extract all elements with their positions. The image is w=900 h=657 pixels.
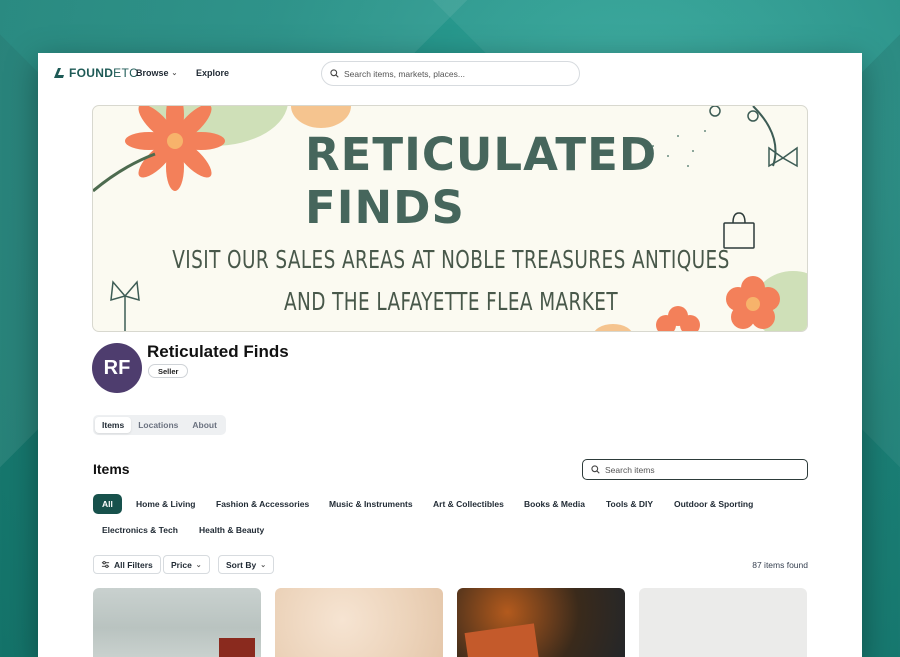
logo-icon xyxy=(54,68,64,78)
seller-badge: Seller xyxy=(148,364,189,378)
sort-by-label: Sort By xyxy=(226,559,257,570)
global-search-input[interactable]: Search items, markets, places... xyxy=(321,61,580,86)
all-filters-button[interactable]: All Filters xyxy=(93,555,161,574)
category-music-instruments[interactable]: Music & Instruments xyxy=(329,494,413,514)
banner-tagline-line2: and the Lafayette Flea Market xyxy=(283,287,619,316)
tab-about[interactable]: About xyxy=(185,417,224,433)
global-search-placeholder: Search items, markets, places... xyxy=(344,68,465,79)
category-fashion-accessories[interactable]: Fashion & Accessories xyxy=(216,494,309,514)
nav-explore[interactable]: Explore xyxy=(196,68,229,78)
chevron-down-icon: ⌄ xyxy=(171,70,178,77)
logo-found-text: FOUND xyxy=(69,66,114,80)
category-art-collectibles[interactable]: Art & Collectibles xyxy=(433,494,504,514)
items-section-title: Items xyxy=(93,461,130,477)
category-outdoor-sporting[interactable]: Outdoor & Sporting xyxy=(674,494,753,514)
chevron-down-icon: ⌄ xyxy=(195,561,202,569)
store-banner: Reticulated Finds Visit our sales areas … xyxy=(92,105,808,332)
nav-browse-label: Browse xyxy=(136,68,169,78)
profile-tabs: Items Locations About xyxy=(93,415,226,435)
price-filter-label: Price xyxy=(171,559,192,570)
item-image-red-object xyxy=(219,638,255,657)
item-card[interactable] xyxy=(639,588,807,657)
browser-window: FOUNDETC Browse ⌄ Explore Search items, … xyxy=(38,53,862,657)
category-books-media[interactable]: Books & Media xyxy=(524,494,585,514)
item-card[interactable] xyxy=(275,588,443,657)
nav-explore-label: Explore xyxy=(196,68,230,78)
item-card[interactable] xyxy=(457,588,625,657)
items-search-placeholder: Search items xyxy=(605,464,655,475)
banner-tagline-line1: Visit our sales areas at Noble Treasures… xyxy=(172,245,730,274)
banner-title: Reticulated Finds xyxy=(305,128,658,234)
items-search-input[interactable]: Search items xyxy=(582,459,808,480)
site-logo[interactable]: FOUNDETC xyxy=(52,66,138,80)
tab-locations[interactable]: Locations xyxy=(131,417,185,433)
category-tools-diy[interactable]: Tools & DIY xyxy=(606,494,653,514)
all-filters-label: All Filters xyxy=(114,559,153,570)
butterfly-bottom-icon xyxy=(110,280,140,331)
logo-etc-text: ETC xyxy=(113,66,139,80)
chevron-down-icon: ⌄ xyxy=(260,561,267,569)
sliders-icon xyxy=(101,561,110,568)
butterfly-icon xyxy=(768,146,798,168)
item-image-book xyxy=(464,623,540,657)
search-icon xyxy=(330,69,339,78)
store-name: Reticulated Finds xyxy=(147,342,289,361)
category-home-living[interactable]: Home & Living xyxy=(136,494,196,514)
search-icon xyxy=(591,465,600,474)
top-navigation-bar: FOUNDETC Browse ⌄ Explore Search items, … xyxy=(38,53,862,95)
category-all[interactable]: All xyxy=(93,494,122,514)
category-health-beauty[interactable]: Health & Beauty xyxy=(199,520,264,540)
store-avatar: RF xyxy=(92,343,142,393)
category-electronics-tech[interactable]: Electronics & Tech xyxy=(102,520,178,540)
price-filter-button[interactable]: Price ⌄ xyxy=(163,555,210,574)
item-card[interactable] xyxy=(93,588,261,657)
sort-by-button[interactable]: Sort By ⌄ xyxy=(218,555,275,574)
nav-browse[interactable]: Browse ⌄ xyxy=(136,68,177,78)
tab-items[interactable]: Items xyxy=(95,417,132,433)
items-count: 87 items found xyxy=(752,560,808,570)
